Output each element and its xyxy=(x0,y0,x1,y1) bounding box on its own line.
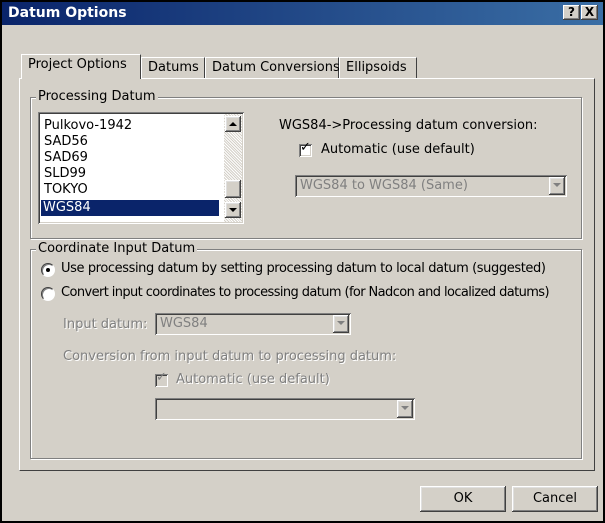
checkmark-icon: ✓ xyxy=(300,140,311,155)
close-button[interactable]: X xyxy=(581,5,598,20)
tab-ellipsoids[interactable]: Ellipsoids xyxy=(339,57,417,79)
processing-datum-legend: Processing Datum xyxy=(36,89,158,104)
chevron-down-icon xyxy=(553,183,561,187)
list-item[interactable]: SLD99 xyxy=(42,166,86,182)
checkmark-icon: ✓ xyxy=(156,370,167,385)
chevron-up-icon xyxy=(229,122,237,126)
input-datum-label: Input datum: xyxy=(63,317,148,332)
title-bar[interactable]: Datum Options ? X xyxy=(2,2,603,25)
datum-options-dialog: Datum Options ? X Project Options Datums… xyxy=(0,0,605,523)
list-scrollbar[interactable] xyxy=(224,114,242,222)
window-title: Datum Options xyxy=(8,5,127,21)
conversion-select-value: WGS84 to WGS84 (Same) xyxy=(300,178,468,193)
scroll-up-button[interactable] xyxy=(225,116,241,132)
chevron-down-icon xyxy=(229,208,237,212)
radio-dot xyxy=(46,268,50,272)
tab-datum-conversions[interactable]: Datum Conversions xyxy=(205,57,340,79)
chevron-down-icon xyxy=(401,406,409,410)
input-datum-select[interactable]: WGS84 xyxy=(155,313,351,335)
list-item[interactable]: TOKYO xyxy=(42,182,88,198)
input-datum-value: WGS84 xyxy=(160,316,208,331)
dropdown-button[interactable] xyxy=(397,400,413,418)
conversion-select[interactable]: WGS84 to WGS84 (Same) xyxy=(295,175,567,197)
input-conversion-label: Conversion from input datum to processin… xyxy=(63,349,397,364)
chevron-down-icon xyxy=(337,321,345,325)
list-item[interactable]: Pulkovo-1942 xyxy=(42,118,132,134)
datum-listbox[interactable]: Pulkovo-1942 SAD56 SAD69 SLD99 TOKYO WGS… xyxy=(38,112,244,224)
dropdown-button[interactable] xyxy=(549,177,565,195)
ok-button[interactable]: OK xyxy=(420,486,506,512)
tab-project-options[interactable]: Project Options xyxy=(21,54,141,79)
input-conversion-select[interactable] xyxy=(155,398,415,420)
tab-panel: Processing Datum Pulkovo-1942 SAD56 SAD6… xyxy=(19,78,595,471)
list-item-selected[interactable]: WGS84 xyxy=(41,200,219,216)
dropdown-button[interactable] xyxy=(333,315,349,333)
automatic-checkbox[interactable]: ✓ xyxy=(299,140,312,157)
help-button[interactable]: ? xyxy=(563,5,580,20)
list-item[interactable]: SAD56 xyxy=(42,134,88,150)
input-automatic-checkbox[interactable]: ✓ xyxy=(155,370,168,387)
list-item[interactable]: SAD69 xyxy=(42,150,88,166)
cancel-button[interactable]: Cancel xyxy=(512,486,598,512)
automatic-label: Automatic (use default) xyxy=(321,142,475,157)
scroll-down-button[interactable] xyxy=(225,202,241,218)
coordinate-input-group: Coordinate Input Datum Use processing da… xyxy=(30,241,582,459)
conversion-label: WGS84->Processing datum conversion: xyxy=(279,118,538,133)
scroll-thumb[interactable] xyxy=(225,180,241,198)
radio-use-processing[interactable] xyxy=(41,263,55,277)
input-automatic-label: Automatic (use default) xyxy=(176,372,330,387)
tab-datums[interactable]: Datums xyxy=(141,57,205,79)
processing-datum-group: Processing Datum Pulkovo-1942 SAD56 SAD6… xyxy=(30,89,582,239)
option-convert-input-label: Convert input coordinates to processing … xyxy=(61,285,550,300)
radio-convert-input[interactable] xyxy=(41,287,55,301)
coordinate-input-legend: Coordinate Input Datum xyxy=(36,241,198,256)
option-use-processing-label: Use processing datum by setting processi… xyxy=(61,261,546,276)
